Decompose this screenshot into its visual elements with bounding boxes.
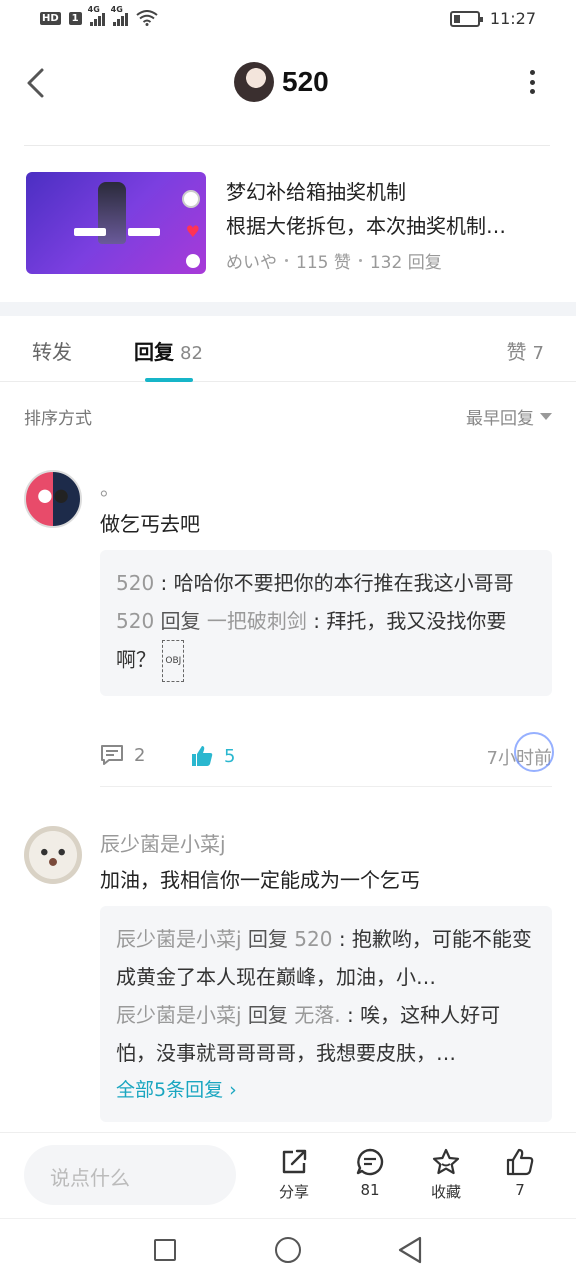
- avatar[interactable]: [24, 470, 82, 528]
- share-button[interactable]: 分享: [264, 1147, 324, 1202]
- tab-reply[interactable]: 回复 82: [134, 336, 203, 365]
- like-count: 7: [532, 343, 544, 364]
- comment-item: 。 做乞丐去吧 520 : 哈哈你不要把你的本行推在我这小哥哥 520 回复 一…: [24, 470, 554, 772]
- comment-item: 辰少菌是小菜j 加油，我相信你一定能成为一个乞丐 辰少菌是小菜j 回复 520 …: [24, 826, 552, 1126]
- post-replies: 132 回复: [369, 253, 442, 273]
- chevron-down-icon: [540, 413, 552, 420]
- status-bar: HD 1 4G 4G 11:27: [0, 0, 576, 40]
- thumbs-up-icon: [506, 1148, 534, 1176]
- divider: [100, 786, 552, 787]
- system-nav-bar: [0, 1218, 576, 1280]
- recents-icon[interactable]: [154, 1239, 176, 1261]
- favorite-button[interactable]: 收藏: [416, 1147, 476, 1202]
- tab-forward[interactable]: 转发: [32, 336, 72, 365]
- post-title: 梦幻补给箱抽奖机制: [226, 180, 406, 204]
- post-card[interactable]: ♥ 梦幻补给箱抽奖机制 根据大佬拆包，本次抽奖机制… めいや 115 赞 132…: [24, 172, 552, 276]
- reply-line: 辰少菌是小菜j 回复 无落. : 唉，这种人好可怕，没事就哥哥哥哥，我想要皮肤，…: [116, 1003, 501, 1065]
- status-left: HD 1 4G 4G: [40, 5, 158, 26]
- reply-box[interactable]: 520 : 哈哈你不要把你的本行推在我这小哥哥 520 回复 一把破刺剑 : 拜…: [100, 550, 552, 696]
- tab-bar: 转发 回复 82 赞7: [0, 316, 576, 382]
- section-gap: [0, 302, 576, 316]
- reply-button[interactable]: 2: [100, 744, 145, 766]
- back-triangle-icon[interactable]: [396, 1235, 424, 1265]
- battery-icon: [449, 10, 483, 27]
- page-title: 520: [282, 66, 329, 97]
- like-button[interactable]: 5: [190, 744, 235, 768]
- object-placeholder-icon: OBJ: [162, 640, 185, 682]
- active-tab-indicator: [145, 378, 193, 382]
- top-bar: 520: [0, 50, 576, 116]
- reply-count: 82: [180, 343, 203, 364]
- post-likes: 115 赞: [296, 253, 351, 273]
- comment-text: 做乞丐去吧: [100, 512, 200, 536]
- comment-bubble-icon: [356, 1148, 384, 1176]
- reply-line: 520 回复 一把破刺剑 : 拜托，我又没找你要啊？ OBJ: [116, 602, 536, 682]
- reply-line: 520 : 哈哈你不要把你的本行推在我这小哥哥: [116, 571, 514, 595]
- comment-time: 7小时前: [487, 732, 554, 772]
- post-description: 根据大佬拆包，本次抽奖机制…: [226, 214, 506, 238]
- share-icon: [282, 1149, 307, 1174]
- comment-text: 加油，我相信你一定能成为一个乞丐: [100, 868, 420, 892]
- more-options-icon[interactable]: [530, 70, 538, 94]
- comment-username[interactable]: 。: [100, 472, 120, 501]
- comment-username[interactable]: 辰少菌是小菜j: [100, 828, 226, 857]
- status-right: 11:27: [449, 9, 536, 28]
- thumbs-up-icon: [192, 746, 213, 766]
- post-author: めいや: [226, 253, 277, 273]
- reply-line: 辰少菌是小菜j 回复 520 : 抱歉哟，可能不能变成黄金了本人现在巅峰，加油，…: [116, 927, 532, 989]
- signal-icon: 4G: [88, 5, 105, 26]
- comment-icon: [101, 745, 123, 765]
- signal-icon-2: 4G: [111, 5, 128, 26]
- sim-icon: 1: [68, 11, 82, 25]
- view-all-replies-link[interactable]: 全部5条回复 ›: [116, 1072, 536, 1108]
- hd-badge: HD: [40, 11, 61, 25]
- sort-row: 排序方式 最早回复: [24, 404, 552, 430]
- touch-indicator: [514, 732, 554, 772]
- user-title[interactable]: 520: [234, 62, 329, 102]
- home-icon[interactable]: [275, 1237, 301, 1263]
- like-button[interactable]: 7: [490, 1147, 550, 1199]
- tab-like[interactable]: 赞7: [507, 336, 544, 365]
- comment-input[interactable]: 说点什么: [24, 1145, 236, 1205]
- star-icon: [432, 1148, 460, 1175]
- post-meta: めいや 115 赞 132 回复: [226, 248, 442, 273]
- sort-label: 排序方式: [24, 409, 92, 429]
- bottom-action-bar: 说点什么 分享 81 收藏 7: [0, 1132, 576, 1218]
- avatar[interactable]: [24, 826, 82, 884]
- status-time: 11:27: [489, 9, 536, 28]
- back-arrow-icon[interactable]: [22, 66, 52, 100]
- reply-box[interactable]: 辰少菌是小菜j 回复 520 : 抱歉哟，可能不能变成黄金了本人现在巅峰，加油，…: [100, 906, 552, 1122]
- divider: [24, 145, 550, 146]
- post-thumbnail[interactable]: ♥: [26, 172, 206, 274]
- comment-actions: 2 5 7小时前: [100, 732, 554, 774]
- avatar[interactable]: [234, 62, 274, 102]
- wifi-icon: [136, 10, 158, 26]
- comment-button[interactable]: 81: [340, 1147, 400, 1199]
- sort-dropdown[interactable]: 最早回复: [466, 404, 552, 429]
